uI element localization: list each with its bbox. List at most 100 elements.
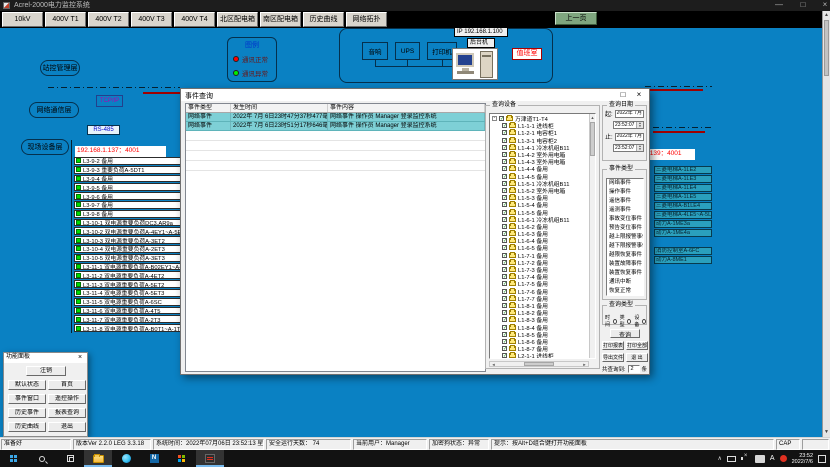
previous-page-button[interactable]: 上一页 — [555, 12, 597, 25]
print-report-button[interactable]: 打印报表 — [602, 341, 624, 350]
tree-item[interactable]: L1-8-4 备用 — [492, 323, 595, 330]
tray-app-icon[interactable] — [780, 455, 787, 462]
checkbox-checked-icon[interactable] — [502, 332, 507, 337]
field-device-row[interactable]: L3-9-5 备用 — [74, 183, 184, 191]
radio-option[interactable]: 时间 — [605, 314, 617, 328]
checkbox-checked-icon[interactable] — [502, 339, 507, 344]
dialog-close-button[interactable]: × — [631, 89, 647, 101]
field-device-row[interactable]: L3-11-2 双电源重要负荷A-4ET2 — [74, 271, 184, 279]
page-tab[interactable]: 网络拓扑 — [346, 12, 387, 27]
field-device-row[interactable]: L3-11-6 双电源重要负荷A-4T5 — [74, 307, 184, 315]
checkbox-checked-icon[interactable] — [502, 260, 507, 265]
tree-item[interactable]: L1-7-5 备用 — [492, 280, 595, 287]
device-box[interactable]: 动力A-1ME4a — [654, 229, 712, 237]
tree-horizontal-scrollbar[interactable]: ◄ ► — [489, 361, 589, 367]
window-maximize-button[interactable]: □ — [794, 0, 812, 11]
page-tab[interactable]: 10kV — [2, 12, 43, 27]
tree-item[interactable]: L1-4-4 备用 — [492, 165, 595, 172]
file-explorer-button[interactable] — [84, 450, 112, 467]
tree-item[interactable]: L1-8-7 备用 — [492, 345, 595, 352]
scrollbar-thumb[interactable] — [590, 122, 595, 156]
to-date-field[interactable]: 2022年 7月 6日 ▼ — [615, 133, 644, 141]
app-vertical-scrollbar[interactable]: ▲ ▼ — [822, 11, 830, 437]
device-box[interactable]: 消防控制室A-6FC — [654, 247, 712, 255]
field-device-row[interactable]: L3-11-4 双电源重要负荷A-5ET3 — [74, 289, 184, 297]
tree-vertical-scrollbar[interactable]: ▲ — [589, 114, 595, 358]
ime-indicator-icon[interactable] — [755, 455, 765, 463]
checkbox-checked-icon[interactable] — [502, 303, 507, 308]
radio-icon[interactable] — [627, 319, 631, 324]
checkbox-checked-icon[interactable] — [502, 253, 507, 258]
scroll-up-icon[interactable]: ▲ — [823, 11, 830, 20]
field-device-row[interactable]: L3-11-5 双电源重要负荷A-6SC — [74, 298, 184, 306]
tree-item[interactable]: L1-2-1 电容柜1 — [492, 129, 595, 136]
field-device-row[interactable]: L3-11-3 双电源重要负荷A-5ET2 — [74, 280, 184, 288]
checkbox-checked-icon[interactable] — [502, 217, 507, 222]
history-event-button[interactable]: 历史事件 — [8, 408, 46, 418]
time-spinner[interactable]: ▲▼ — [636, 122, 643, 128]
taskbar-search-button[interactable] — [28, 450, 56, 467]
tree-item[interactable]: L2-1-1 进线柜 — [492, 352, 595, 359]
field-device-row[interactable]: L3-10-1 双电源重要负荷DC3.AR9a — [74, 219, 184, 227]
checkbox-checked-icon[interactable] — [499, 116, 504, 121]
scroll-left-icon[interactable]: ◄ — [490, 362, 497, 366]
time-spinner[interactable]: ▲▼ — [636, 145, 643, 151]
event-type-option[interactable]: 装置恢复事件 — [607, 269, 643, 278]
event-type-listbox[interactable]: 网络事件操作事件遥信事件遥测事件事故变位事件预告变位事件越上限报警事件越下限报警… — [606, 178, 644, 296]
export-file-button[interactable]: 导出文件 — [602, 353, 624, 362]
event-type-option[interactable]: 越限恢复事件 — [607, 251, 643, 260]
field-device-row[interactable]: L3-10-5 双电源重要负荷A-3ET3 — [74, 254, 184, 262]
column-header[interactable]: 事件内容 — [328, 104, 485, 112]
checkbox-checked-icon[interactable] — [502, 245, 507, 250]
field-device-row[interactable]: L3-9-2 备用 — [74, 157, 184, 165]
exit-button[interactable]: 退 出 — [626, 353, 648, 362]
checkbox-checked-icon[interactable] — [502, 274, 507, 279]
scroll-down-icon[interactable]: ▼ — [823, 428, 830, 437]
field-device-row[interactable]: L3-10-2 双电源重要负荷A-4EY1~A-5EY1 — [74, 227, 184, 235]
edge-browser-button[interactable] — [112, 450, 140, 467]
history-curve-button[interactable]: 历史曲线 — [8, 422, 46, 432]
checkbox-checked-icon[interactable] — [502, 353, 507, 358]
window-close-button[interactable]: × — [816, 0, 830, 11]
checkbox-checked-icon[interactable] — [502, 317, 507, 322]
page-tab[interactable]: 400V T4 — [174, 12, 215, 27]
tree-item[interactable]: L1-7-3 备用 — [492, 266, 595, 273]
scrollbar-thumb[interactable] — [524, 362, 554, 366]
event-type-option[interactable]: 操作事件 — [607, 188, 643, 197]
checkbox-checked-icon[interactable] — [502, 202, 507, 207]
event-type-option[interactable]: 预告变位事件 — [607, 224, 643, 233]
network-icon[interactable] — [727, 456, 736, 462]
checkbox-checked-icon[interactable] — [502, 123, 507, 128]
tree-item[interactable]: L1-6-3 备用 — [492, 230, 595, 237]
tree-item[interactable]: L1-8-5 备用 — [492, 331, 595, 338]
checkbox-checked-icon[interactable] — [502, 138, 507, 143]
remote-control-button[interactable]: 遥控操作 — [48, 394, 86, 404]
input-language-indicator[interactable]: A — [770, 455, 775, 462]
field-device-row[interactable]: L3-9-3 重要负荷A-5DT1 — [74, 166, 184, 174]
tree-item[interactable]: L1-6-4 备用 — [492, 237, 595, 244]
scrollbar-thumb[interactable] — [824, 20, 829, 76]
tree-item[interactable]: L1-8-6 备用 — [492, 338, 595, 345]
checkbox-checked-icon[interactable] — [502, 224, 507, 229]
radio-icon[interactable] — [642, 319, 646, 324]
device-box[interactable]: 三菱电梯A-1LE5 — [654, 193, 712, 201]
event-type-option[interactable]: 恢复正常 — [607, 287, 643, 296]
default-state-button[interactable]: 默认状态 — [8, 380, 46, 390]
event-type-option[interactable]: 网络事件 — [607, 179, 643, 188]
print-all-button[interactable]: 打印全部 — [626, 341, 648, 350]
radio-option[interactable]: 类型 — [620, 314, 632, 328]
checkbox-checked-icon[interactable] — [502, 130, 507, 135]
event-type-option[interactable]: 越下限报警事件 — [607, 242, 643, 251]
to-time-field[interactable]: 23:52:07 ▲▼ — [613, 144, 644, 152]
event-type-option[interactable]: 通讯中断 — [607, 278, 643, 287]
tree-item[interactable]: L1-4-1 冷冻机组B11 — [492, 144, 595, 151]
tree-item[interactable]: L1-6-5 备用 — [492, 244, 595, 251]
checkbox-checked-icon[interactable] — [502, 267, 507, 272]
page-tab[interactable]: 400V T2 — [88, 12, 129, 27]
collapse-icon[interactable]: - — [492, 116, 497, 121]
radio-icon[interactable] — [613, 319, 617, 324]
event-type-option[interactable]: 遥测事件 — [607, 206, 643, 215]
column-header[interactable]: 事件类型 — [186, 104, 231, 112]
event-type-option[interactable]: 越上限报警事件 — [607, 233, 643, 242]
microsoft-store-button[interactable] — [168, 450, 196, 467]
